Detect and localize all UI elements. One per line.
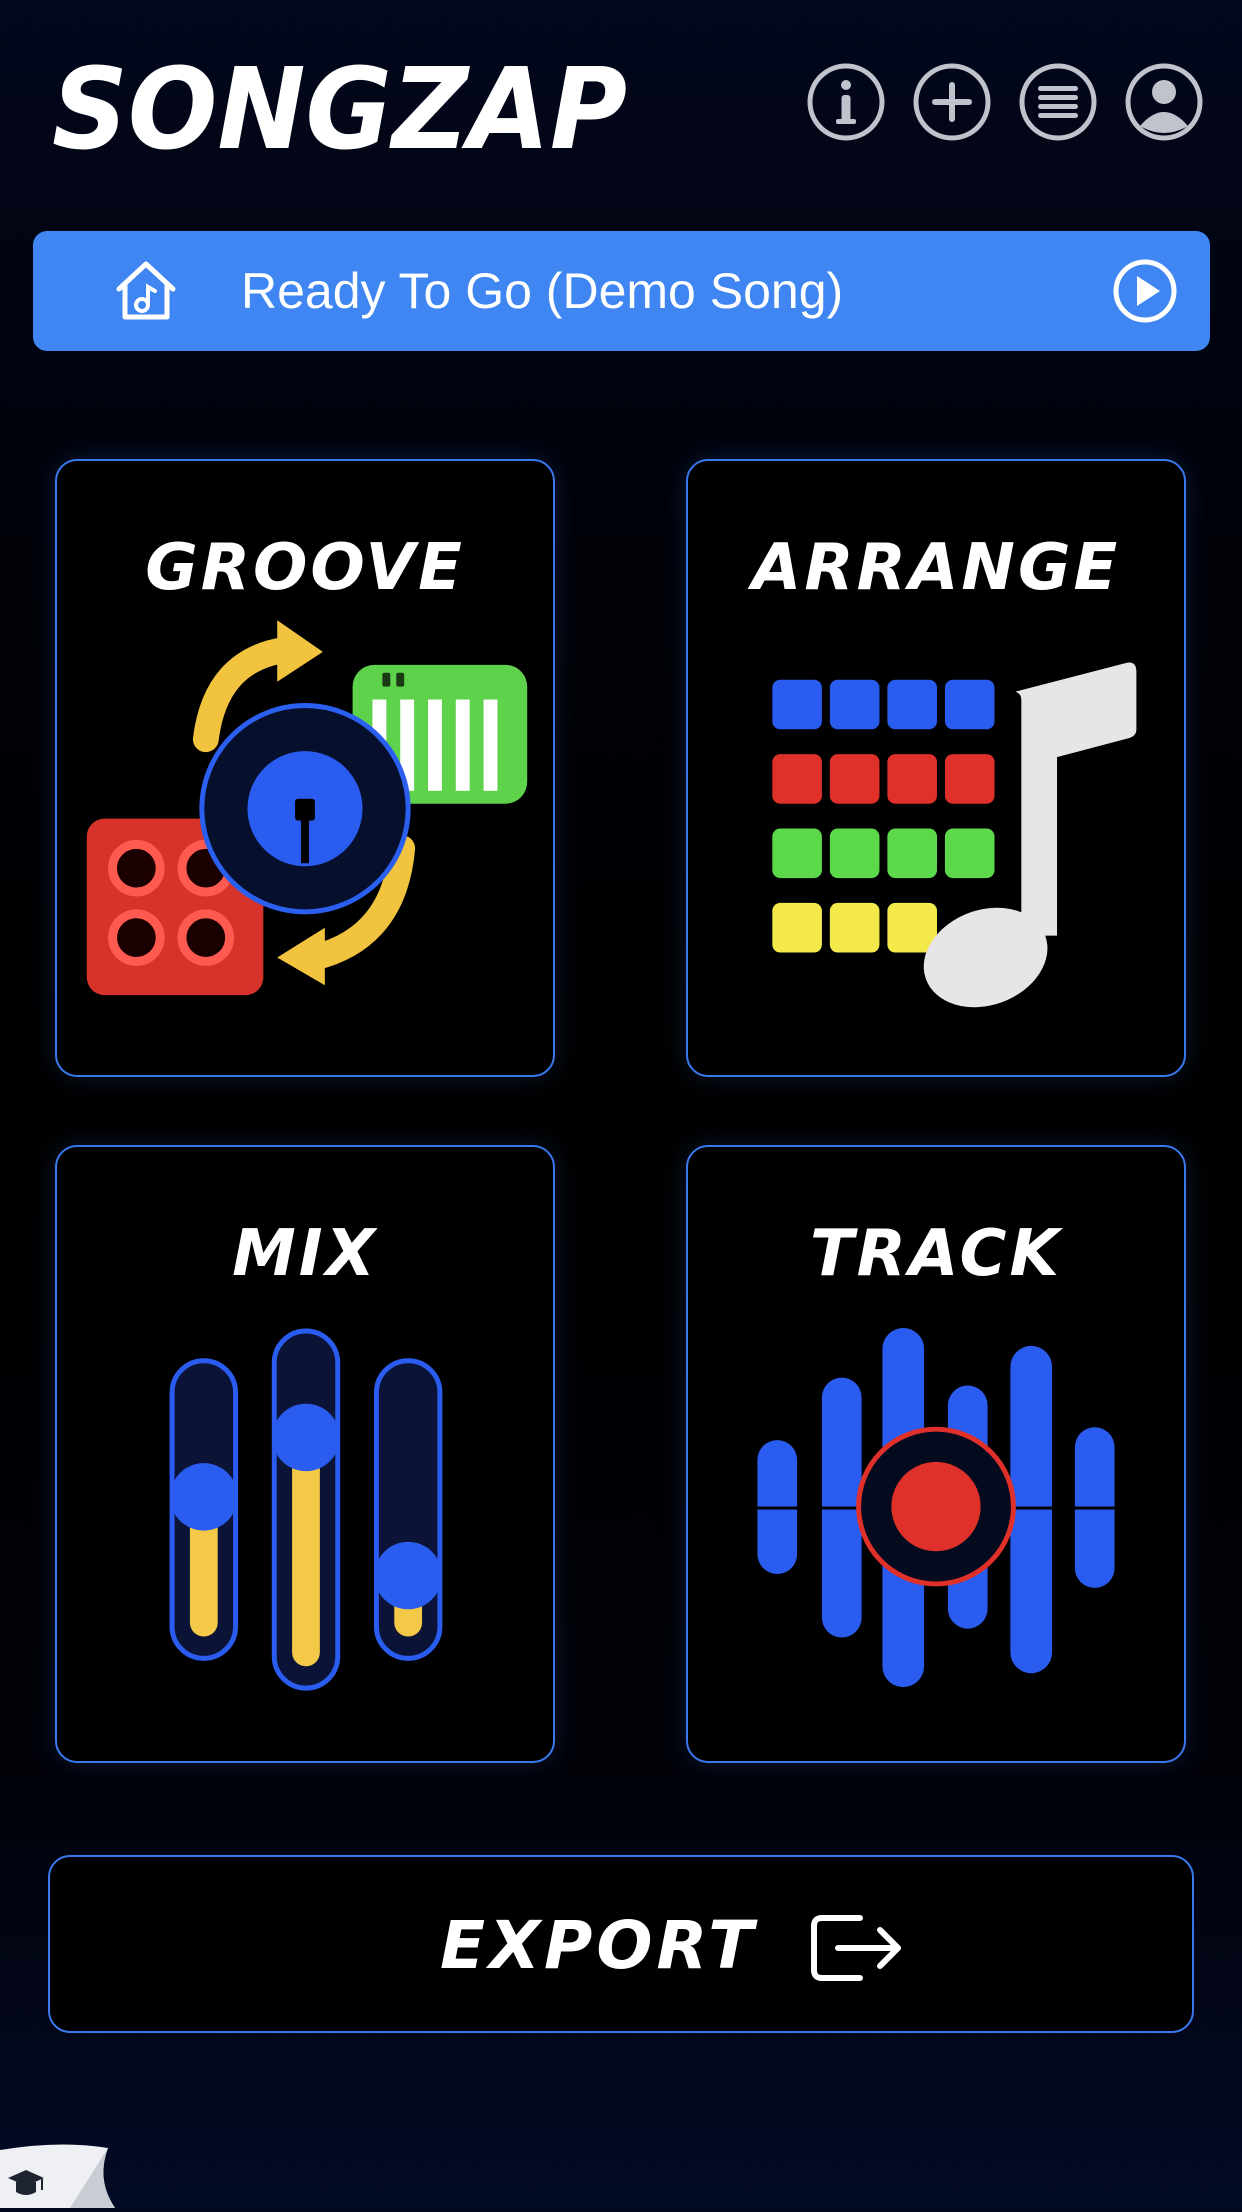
songzap-logo: SONGZAP [52, 45, 632, 175]
current-song-bar[interactable]: Ready To Go (Demo Song) [33, 231, 1210, 351]
groove-title: GROOVE [145, 531, 465, 605]
add-icon[interactable] [912, 62, 992, 142]
track-tile[interactable]: TRACK [686, 1145, 1186, 1763]
fader-knob [272, 1403, 340, 1472]
play-icon[interactable] [1112, 258, 1178, 324]
export-label: EXPORT [440, 1907, 758, 1984]
mix-title: MIX [232, 1217, 378, 1291]
groove-tile[interactable]: GROOVE [55, 459, 555, 1077]
mix-tile[interactable]: MIX [55, 1145, 555, 1763]
arrange-tile[interactable]: ARRANGE [686, 459, 1186, 1077]
home-music-icon[interactable] [113, 259, 179, 323]
arrange-title: ARRANGE [751, 531, 1121, 605]
fader-level [292, 1437, 320, 1667]
export-button[interactable]: EXPORT [48, 1855, 1194, 2033]
header-toolbar [806, 62, 1204, 142]
track-title: TRACK [809, 1217, 1063, 1291]
export-icon [808, 1910, 904, 1986]
profile-icon[interactable] [1124, 62, 1204, 142]
menu-icon[interactable] [1018, 62, 1098, 142]
fader-knob [374, 1541, 442, 1610]
tutorial-corner[interactable] [0, 2140, 115, 2208]
song-title: Ready To Go (Demo Song) [241, 263, 844, 319]
fader-knob [170, 1463, 238, 1531]
logo-text: SONGZAP [52, 52, 627, 172]
info-icon[interactable] [806, 62, 886, 142]
